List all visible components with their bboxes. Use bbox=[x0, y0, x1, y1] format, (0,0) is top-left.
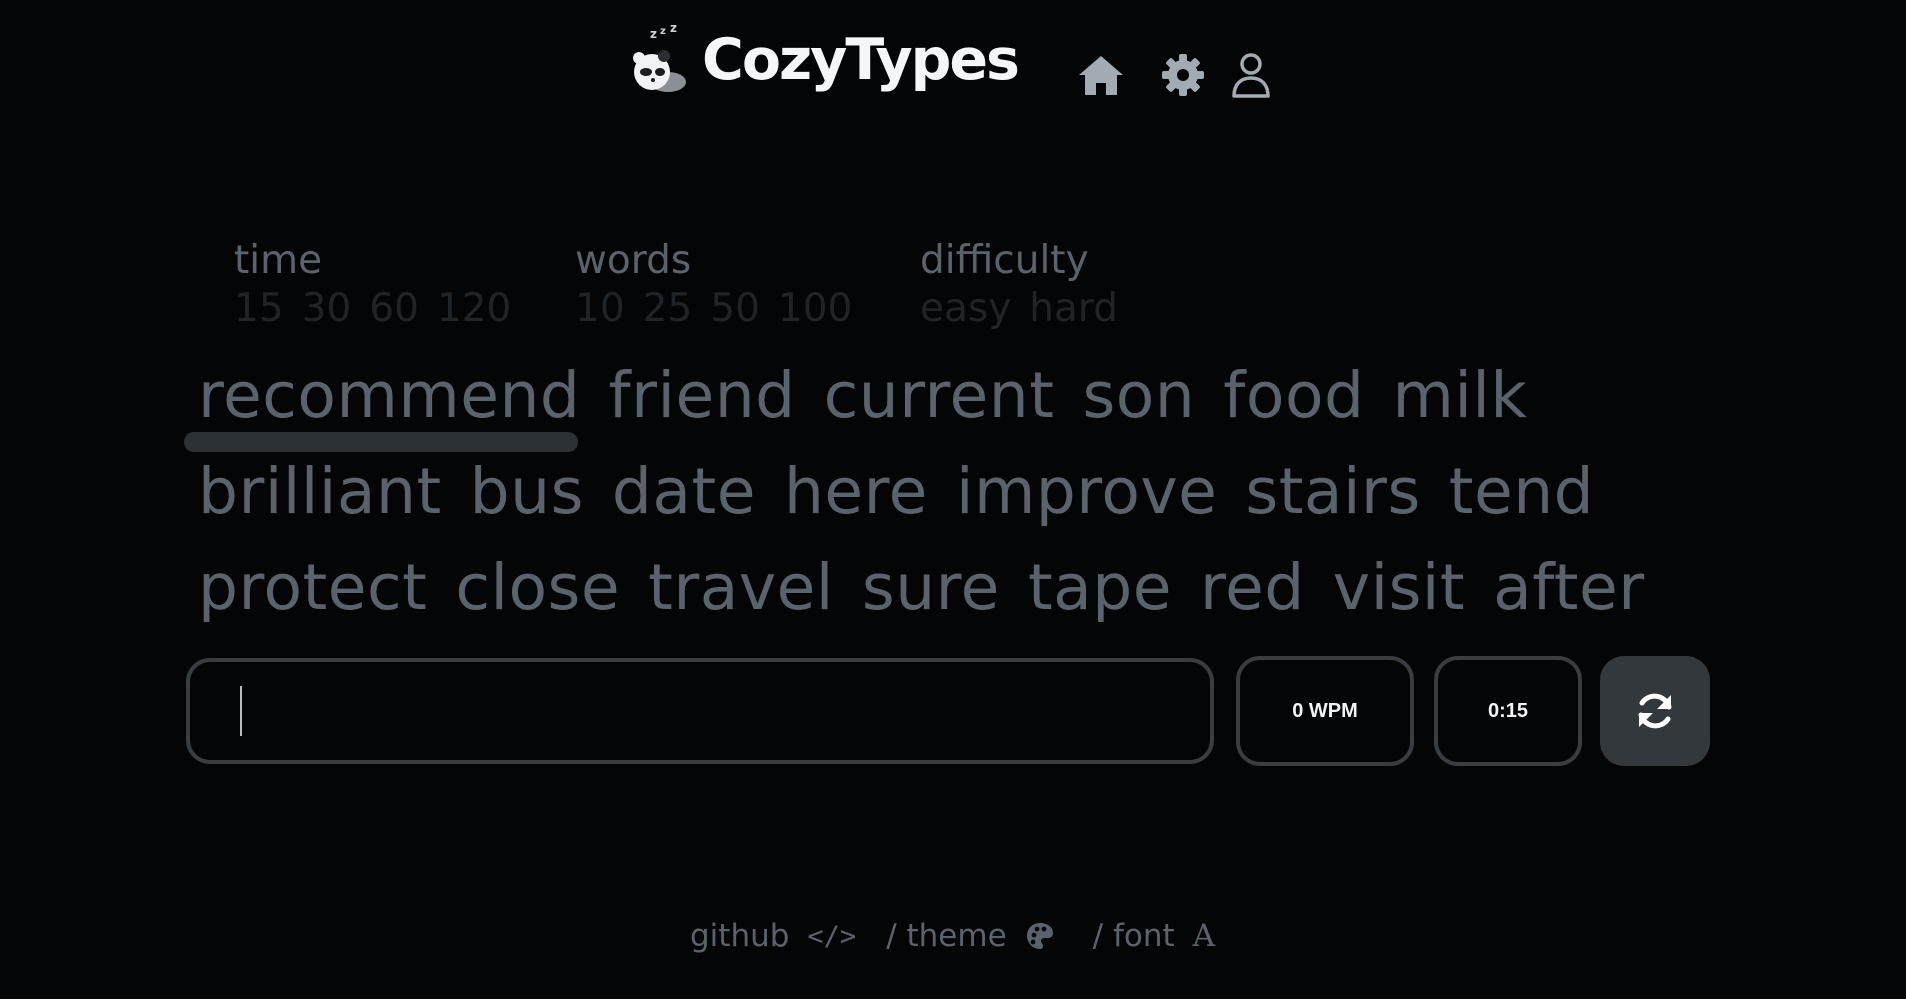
word: improve bbox=[955, 455, 1218, 528]
svg-text:z: z bbox=[660, 26, 666, 37]
home-icon[interactable] bbox=[1077, 53, 1125, 97]
word-line: protect close travel sure tape red visit… bbox=[198, 546, 1658, 642]
brand-name: CozyTypes bbox=[702, 27, 1020, 93]
refresh-icon bbox=[1638, 693, 1672, 729]
words-option[interactable]: 10 bbox=[575, 286, 625, 332]
wpm-display: 0 WPM bbox=[1236, 656, 1414, 766]
words-option[interactable]: 100 bbox=[778, 286, 852, 332]
word-active: recommend bbox=[198, 359, 581, 432]
word-line: brilliant bus date here improve stairs t… bbox=[198, 450, 1658, 546]
gear-icon[interactable] bbox=[1161, 53, 1205, 97]
word: son bbox=[1082, 359, 1196, 432]
difficulty-label: difficulty bbox=[920, 238, 1089, 283]
time-option[interactable]: 120 bbox=[437, 286, 511, 332]
time-option[interactable]: 30 bbox=[302, 286, 352, 332]
difficulty-option[interactable]: hard bbox=[1029, 286, 1118, 332]
sleepy-panda-icon: z z z bbox=[633, 24, 686, 92]
word: red bbox=[1200, 551, 1305, 624]
header: z z z CozyTypes bbox=[0, 10, 1906, 120]
word: friend bbox=[608, 359, 796, 432]
word: close bbox=[455, 551, 621, 624]
words-label: words bbox=[575, 238, 692, 283]
theme-label: / theme bbox=[886, 918, 1007, 954]
font-icon: A bbox=[1192, 918, 1216, 954]
page: z z z CozyTypes time 15 30 60 120 words … bbox=[0, 0, 1906, 999]
word: visit bbox=[1332, 551, 1466, 624]
word: sure bbox=[861, 551, 1000, 624]
word: travel bbox=[648, 551, 834, 624]
brand-logo[interactable]: z z z CozyTypes bbox=[622, 24, 1020, 96]
words-option[interactable]: 25 bbox=[643, 286, 693, 332]
word: after bbox=[1493, 551, 1645, 624]
restart-button[interactable] bbox=[1600, 656, 1710, 766]
words-options: words 10 25 50 100 bbox=[575, 236, 852, 332]
difficulty-options: difficulty easy hard bbox=[920, 236, 1118, 332]
word: food bbox=[1223, 359, 1365, 432]
word: tend bbox=[1448, 455, 1595, 528]
difficulty-option[interactable]: easy bbox=[920, 286, 1011, 332]
text-caret bbox=[240, 686, 242, 736]
word-display: recommend friend current son food milk b… bbox=[198, 354, 1658, 642]
word: protect bbox=[198, 551, 428, 624]
typing-input[interactable] bbox=[186, 658, 1214, 764]
word: current bbox=[823, 359, 1055, 432]
footer: github </> / theme / font A bbox=[690, 918, 1223, 954]
time-options: time 15 30 60 120 bbox=[234, 236, 511, 332]
word: milk bbox=[1392, 359, 1528, 432]
font-label: / font bbox=[1092, 918, 1175, 954]
time-label: time bbox=[234, 238, 323, 283]
font-link[interactable]: / font A bbox=[1093, 918, 1215, 954]
word-line: recommend friend current son food milk bbox=[198, 354, 1658, 450]
time-option[interactable]: 15 bbox=[234, 286, 284, 332]
user-icon[interactable] bbox=[1231, 52, 1271, 98]
theme-link[interactable]: / theme bbox=[886, 918, 1054, 954]
test-options: time 15 30 60 120 words 10 25 50 100 dif… bbox=[0, 236, 1906, 336]
word: tape bbox=[1027, 551, 1172, 624]
time-option[interactable]: 60 bbox=[369, 286, 419, 332]
svg-text:z: z bbox=[670, 24, 677, 35]
palette-icon bbox=[1026, 923, 1053, 949]
github-link[interactable]: github </> bbox=[690, 918, 856, 954]
word: here bbox=[783, 455, 928, 528]
word: bus bbox=[469, 455, 584, 528]
timer-display: 0:15 bbox=[1434, 656, 1582, 766]
word: stairs bbox=[1245, 455, 1421, 528]
code-icon: </> bbox=[807, 920, 857, 952]
word: brilliant bbox=[198, 455, 442, 528]
svg-text:z: z bbox=[650, 27, 657, 41]
words-option[interactable]: 50 bbox=[710, 286, 760, 332]
github-label: github bbox=[690, 918, 790, 954]
word: date bbox=[611, 455, 756, 528]
